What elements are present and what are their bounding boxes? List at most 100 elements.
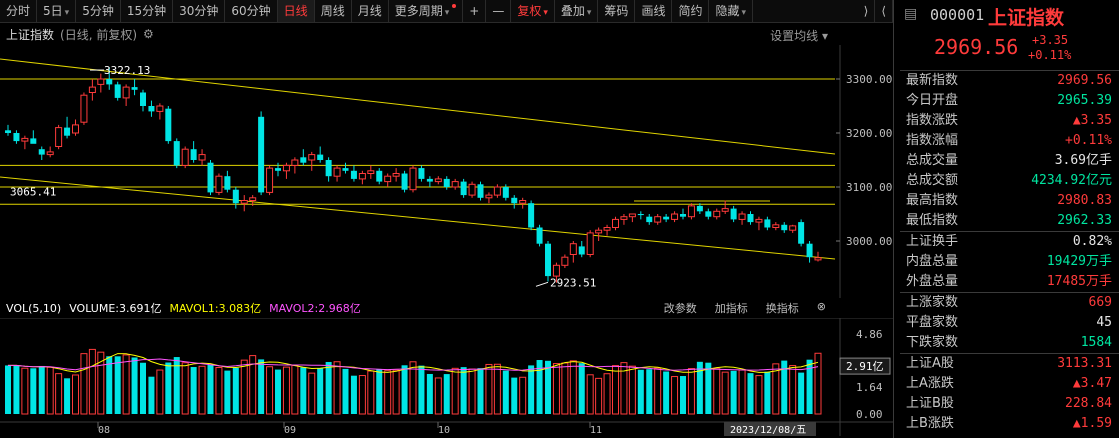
candlestick[interactable] bbox=[680, 208, 686, 220]
candlestick[interactable] bbox=[738, 211, 746, 225]
candlestick[interactable] bbox=[38, 146, 45, 161]
gear-icon[interactable]: ⚙ bbox=[143, 27, 154, 41]
toolbar-item[interactable]: 30分钟 bbox=[173, 0, 226, 22]
candlestick[interactable] bbox=[730, 205, 737, 223]
candlestick[interactable] bbox=[578, 241, 585, 258]
candlestick[interactable] bbox=[519, 197, 527, 209]
toolbar-item[interactable]: 15分钟 bbox=[121, 0, 174, 22]
candlestick[interactable] bbox=[156, 103, 164, 120]
search-icon[interactable]: ⟩ bbox=[858, 0, 876, 22]
settings-icon[interactable]: ⟨ bbox=[875, 0, 893, 22]
candlestick[interactable] bbox=[275, 162, 281, 177]
candlestick[interactable] bbox=[654, 214, 662, 225]
candlestick[interactable] bbox=[181, 146, 189, 169]
candlestick[interactable] bbox=[358, 170, 366, 185]
candlestick[interactable] bbox=[460, 178, 467, 198]
candlestick[interactable] bbox=[434, 176, 442, 185]
candlestick[interactable] bbox=[88, 79, 96, 101]
candlestick[interactable] bbox=[561, 254, 569, 269]
candlestick[interactable] bbox=[300, 149, 307, 166]
volume-chart[interactable]: 4.86 1.64 0.00 2.91亿 08 09 10 11 2023/12/08/五 bbox=[0, 318, 893, 436]
candlestick[interactable] bbox=[721, 200, 729, 215]
candlestick[interactable] bbox=[46, 146, 54, 158]
close-icon[interactable]: ⊗ bbox=[817, 300, 826, 316]
candlestick[interactable] bbox=[266, 165, 274, 196]
candlestick[interactable] bbox=[637, 211, 644, 220]
candlestick[interactable] bbox=[72, 119, 79, 136]
candlestick[interactable] bbox=[198, 149, 206, 166]
candlestick[interactable] bbox=[215, 173, 223, 196]
candlestick[interactable] bbox=[350, 165, 357, 182]
indicator-tool-button[interactable]: 改参数 bbox=[664, 300, 697, 316]
candlestick[interactable] bbox=[224, 170, 231, 193]
candlestick[interactable] bbox=[190, 141, 197, 163]
candlestick[interactable] bbox=[603, 224, 611, 236]
toolbar-item[interactable]: 更多周期 ▾ bbox=[389, 0, 464, 22]
indicator-tool-button[interactable]: 加指标 bbox=[715, 300, 748, 316]
candlestick[interactable] bbox=[165, 106, 172, 144]
candlestick[interactable] bbox=[781, 222, 788, 233]
toolbar-item[interactable]: 日线 bbox=[277, 0, 315, 22]
toolbar-item[interactable]: 月线 bbox=[352, 0, 389, 22]
candlestick[interactable] bbox=[173, 138, 180, 169]
candlestick[interactable] bbox=[713, 208, 721, 220]
candlestick[interactable] bbox=[207, 160, 214, 196]
candlestick[interactable] bbox=[485, 192, 493, 204]
candlestick[interactable] bbox=[140, 89, 146, 112]
candlestick[interactable] bbox=[367, 165, 375, 179]
candlestick[interactable] bbox=[308, 151, 316, 171]
candlestick[interactable] bbox=[536, 224, 543, 247]
toolbar-item[interactable]: 分时 bbox=[0, 0, 38, 22]
toolbar-item[interactable]: — bbox=[486, 0, 512, 22]
candlestick[interactable] bbox=[528, 200, 535, 231]
candlestick[interactable] bbox=[240, 195, 248, 212]
candlestick[interactable] bbox=[258, 111, 265, 196]
candlestick[interactable] bbox=[122, 84, 130, 106]
candlestick[interactable] bbox=[798, 219, 805, 247]
candlestick[interactable] bbox=[392, 168, 400, 182]
candlestick[interactable] bbox=[646, 214, 653, 225]
candlestick[interactable] bbox=[663, 214, 670, 223]
candlestick[interactable] bbox=[30, 130, 37, 144]
candlestick[interactable] bbox=[511, 195, 518, 209]
candlestick[interactable] bbox=[384, 173, 392, 188]
toolbar-item[interactable]: 5分钟 bbox=[76, 0, 121, 22]
candlestick[interactable] bbox=[418, 165, 425, 182]
toolbar-item[interactable]: 叠加 ▾ bbox=[555, 0, 599, 22]
candlestick[interactable] bbox=[55, 124, 63, 150]
toolbar-item[interactable]: 画线 bbox=[635, 0, 673, 22]
candlestick[interactable] bbox=[687, 203, 695, 220]
ma-settings-button[interactable]: 设置均线 ▾ bbox=[770, 27, 828, 44]
candlestick[interactable] bbox=[705, 208, 712, 220]
candlestick[interactable] bbox=[64, 116, 71, 139]
menu-icon[interactable]: ▤ bbox=[904, 6, 917, 22]
candlestick[interactable] bbox=[21, 135, 29, 150]
candlestick[interactable] bbox=[451, 178, 459, 190]
toolbar-item[interactable]: 复权 ▾ bbox=[511, 0, 555, 22]
candlestick[interactable] bbox=[325, 157, 332, 182]
candlestick[interactable] bbox=[282, 162, 290, 179]
candlestick[interactable] bbox=[493, 184, 501, 198]
candlestick[interactable] bbox=[595, 227, 603, 242]
candlestick[interactable] bbox=[333, 165, 341, 182]
candlestick[interactable] bbox=[114, 81, 121, 101]
candlestick[interactable] bbox=[620, 214, 628, 225]
candlestick[interactable] bbox=[586, 230, 594, 258]
candlestick[interactable] bbox=[401, 170, 408, 193]
candlestick[interactable] bbox=[5, 124, 11, 136]
candlestick[interactable] bbox=[747, 211, 754, 225]
candlestick[interactable] bbox=[376, 168, 383, 185]
candlestick[interactable] bbox=[764, 216, 771, 231]
candlestick[interactable] bbox=[569, 241, 577, 263]
candlestick[interactable] bbox=[426, 176, 433, 187]
candlestick[interactable] bbox=[628, 213, 636, 223]
candlestick[interactable] bbox=[148, 100, 155, 117]
toolbar-item[interactable]: 5日 ▾ bbox=[37, 0, 77, 22]
candlestick[interactable] bbox=[342, 162, 349, 174]
candlestick[interactable] bbox=[317, 146, 324, 163]
candlestick[interactable] bbox=[789, 224, 797, 233]
candlestick[interactable] bbox=[409, 165, 417, 193]
candlestick[interactable] bbox=[468, 181, 476, 198]
candlestick[interactable] bbox=[755, 216, 763, 231]
candlestick[interactable] bbox=[291, 157, 299, 174]
